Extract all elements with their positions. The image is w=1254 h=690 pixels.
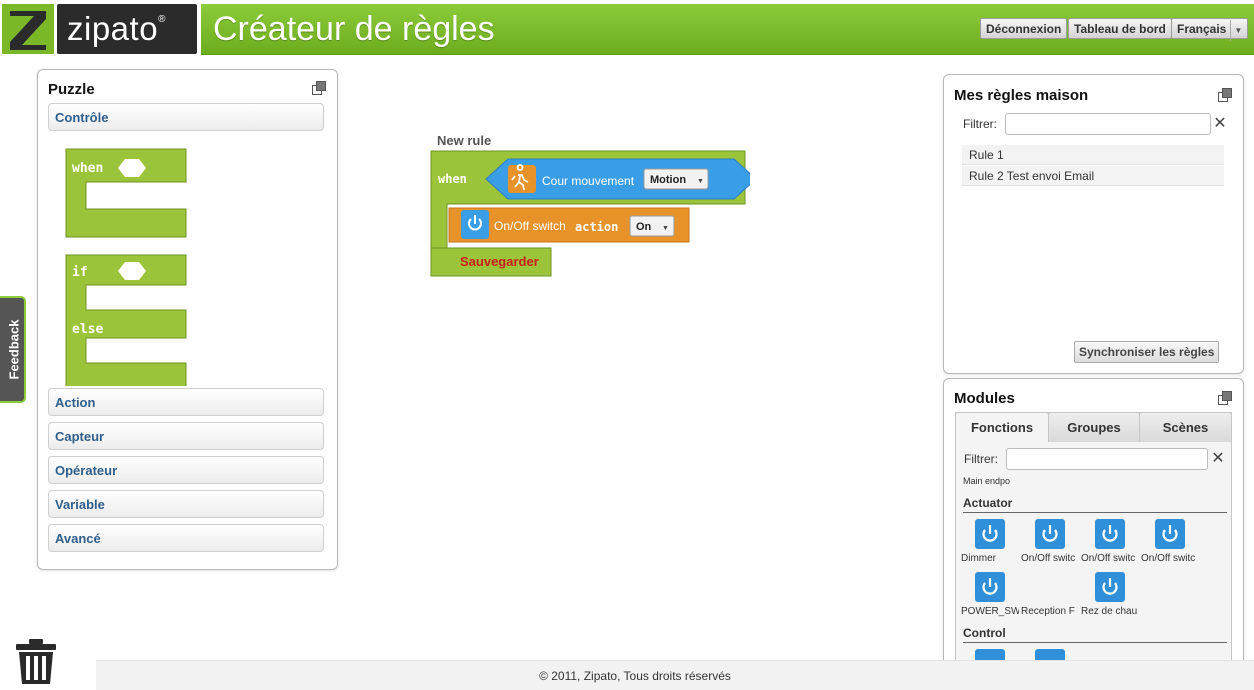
module-onoff-switch[interactable]: On/Off switc [1021, 519, 1079, 567]
section-actuator: Actuator [963, 496, 1227, 513]
my-rules-title: Mes règles maison [954, 87, 1089, 104]
module-label: Dimmer [961, 553, 996, 564]
trash-icon[interactable] [15, 638, 59, 686]
module-onoff-switch[interactable]: On/Off switc [1081, 519, 1139, 567]
puzzle-title: Puzzle [48, 81, 95, 98]
category-action[interactable]: Action [48, 388, 324, 416]
category-operator[interactable]: Opérateur [48, 456, 324, 484]
control-blocks-preview: when if else [65, 148, 187, 386]
clear-icon[interactable]: ✕ [1209, 113, 1231, 135]
when-block-label: when [72, 161, 103, 176]
category-sensor[interactable]: Capteur [48, 422, 324, 450]
tab-functions[interactable]: Fonctions [955, 412, 1049, 442]
dashboard-button[interactable]: Tableau de bord [1068, 18, 1172, 39]
module-label: POWER_SW [961, 606, 1019, 617]
module-label: Rez de chau [1081, 606, 1138, 617]
endpoint-label: Main endpo [963, 476, 1011, 486]
device-name: On/Off switch [494, 219, 566, 233]
else-block-label: else [72, 322, 103, 337]
module-power-sw[interactable]: POWER_SW [961, 572, 1019, 620]
module-onoff-switch[interactable]: On/Off switc [1141, 519, 1199, 567]
chevron-down-icon: ▼ [1230, 20, 1242, 41]
power-icon [1155, 519, 1185, 549]
rules-filter-label: Filtrer: [963, 117, 997, 131]
module-dimmer[interactable]: Dimmer [961, 519, 1019, 567]
power-icon [461, 210, 489, 239]
zipato-logo: zipato® [57, 4, 254, 59]
language-select[interactable]: Français ▼ [1171, 18, 1249, 41]
power-icon [1035, 519, 1065, 549]
module-rez-de-chaussee[interactable]: Rez de chau [1081, 572, 1139, 620]
modules-filter-input[interactable] [1006, 448, 1208, 470]
language-label: Français [1177, 22, 1227, 36]
expand-icon[interactable] [312, 81, 326, 95]
category-advanced[interactable]: Avancé [48, 524, 324, 552]
module-reception[interactable]: Reception F [1021, 572, 1079, 620]
app-header: zipato® Créateur de règles Déconnexion T… [0, 0, 1254, 59]
action-value: On [636, 221, 652, 233]
copyright: © 2011, Zipato, Tous droits réservés [539, 669, 731, 683]
expand-icon[interactable] [1218, 88, 1232, 102]
module-label: On/Off switc [1021, 553, 1076, 564]
logout-button[interactable]: Déconnexion [980, 18, 1068, 39]
modules-filter-label: Filtrer: [964, 452, 998, 466]
sync-rules-button[interactable]: Synchroniser les règles [1074, 341, 1220, 363]
page-title: Créateur de règles [213, 10, 495, 48]
module-label: Reception F [1021, 606, 1075, 617]
action-label: action [575, 220, 618, 234]
feedback-label: Feedback [6, 319, 22, 380]
save-button[interactable]: Sauvegarder [460, 254, 539, 269]
puzzle-panel: Puzzle Contrôle when if else Action Capt… [37, 69, 338, 570]
rules-filter-input[interactable] [1005, 113, 1211, 135]
tab-scenes[interactable]: Scènes [1139, 412, 1232, 442]
rule-name: New rule [437, 133, 492, 148]
modules-panel: Modules Fonctions Groupes Scènes Filtrer… [943, 378, 1244, 670]
category-variable[interactable]: Variable [48, 490, 324, 518]
expand-icon[interactable] [1218, 391, 1232, 405]
logo-registered: ® [158, 14, 166, 25]
if-block-label: if [72, 265, 88, 280]
power-icon [1095, 572, 1125, 602]
power-icon [975, 519, 1005, 549]
sensor-name: Cour mouvement [542, 174, 635, 188]
feedback-tab[interactable]: Feedback [0, 296, 26, 403]
section-control: Control [963, 626, 1227, 643]
logo-text: zipato [67, 10, 159, 47]
zipato-logo-mark [2, 4, 54, 54]
power-icon [1095, 519, 1125, 549]
rule-when-label: when [438, 172, 467, 186]
my-rules-panel: Mes règles maison Filtrer: ✕ Rule 1 Rule… [943, 74, 1244, 374]
clear-icon[interactable]: ✕ [1207, 448, 1229, 470]
sensor-state-value: Motion [650, 174, 686, 186]
chevron-down-icon: ▼ [697, 178, 704, 185]
modules-title: Modules [954, 390, 1015, 407]
rule-list-item[interactable]: Rule 1 [962, 145, 1224, 165]
tab-groups[interactable]: Groupes [1048, 412, 1140, 442]
power-icon [975, 572, 1005, 602]
rule-blocks: when Cour mouvement Motion ▼ On/Off swit… [430, 150, 750, 277]
rule-list-item[interactable]: Rule 2 Test envoi Email [962, 166, 1224, 186]
module-label: On/Off switc [1141, 553, 1196, 564]
module-label: On/Off switc [1081, 553, 1136, 564]
chevron-down-icon: ▼ [662, 225, 669, 232]
category-control[interactable]: Contrôle [48, 103, 324, 131]
footer: © 2011, Zipato, Tous droits réservés [96, 660, 1254, 690]
